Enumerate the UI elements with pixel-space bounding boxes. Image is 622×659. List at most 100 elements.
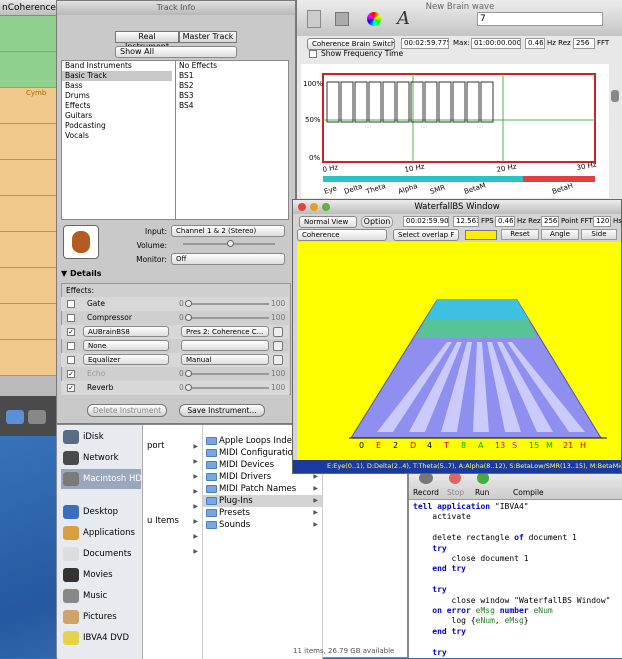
fps-field[interactable]: 12.563: [453, 216, 479, 227]
category-item[interactable]: Basic Track: [62, 71, 172, 81]
instrument-icon-button[interactable]: [63, 225, 99, 259]
finder-sidebar-item[interactable]: Macintosh HD: [61, 469, 142, 489]
effect-preset-select[interactable]: [181, 340, 269, 351]
effect-preset-select[interactable]: Manual: [181, 354, 269, 365]
garageband-track[interactable]: [0, 340, 58, 376]
color-swatch[interactable]: [465, 230, 497, 240]
finder-sidebar-item[interactable]: IBVA4 DVD: [61, 628, 141, 648]
edit-pencil-icon[interactable]: [273, 341, 283, 351]
finder-sidebar-item[interactable]: Applications: [61, 523, 141, 543]
finder-item[interactable]: Sounds ▶: [203, 519, 322, 531]
wf-hz-field[interactable]: 0.469: [495, 216, 515, 227]
effect-checkbox[interactable]: ✓: [67, 370, 75, 378]
scrollbar-thumb[interactable]: [611, 90, 619, 102]
effect-slider-knob[interactable]: [185, 384, 192, 391]
finder-sidebar-item[interactable]: Documents: [61, 544, 141, 564]
finder-col1-item[interactable]: u Items ▶: [143, 514, 202, 529]
minimize-button[interactable]: [310, 203, 318, 211]
garageband-track[interactable]: [0, 268, 58, 304]
effect-checkbox[interactable]: ✓: [67, 384, 75, 392]
finder-sidebar-item[interactable]: Movies: [61, 565, 141, 585]
preset-item[interactable]: BS4: [176, 101, 288, 111]
value-field[interactable]: 7: [477, 12, 603, 26]
print-icon[interactable]: [335, 12, 349, 26]
view-select[interactable]: Normal View: [299, 216, 357, 228]
finder-col1-item[interactable]: ▶: [143, 484, 202, 499]
effect-checkbox[interactable]: [67, 300, 75, 308]
option-button[interactable]: Option: [361, 216, 393, 228]
max-field[interactable]: 01:00:00.000: [471, 38, 521, 49]
font-icon[interactable]: A: [397, 8, 410, 29]
preset-item[interactable]: BS1: [176, 71, 288, 81]
color-wheel-icon[interactable]: [367, 12, 381, 26]
effect-select[interactable]: None: [83, 340, 169, 351]
effect-preset-select[interactable]: Pres 2: Coherence C...: [181, 326, 269, 337]
category-item[interactable]: Podcasting: [62, 121, 172, 131]
tab-master-track[interactable]: Master Track: [179, 31, 237, 43]
effect-checkbox[interactable]: [67, 342, 75, 350]
category-item[interactable]: Effects: [62, 101, 172, 111]
finder-sidebar-item[interactable]: Music: [61, 586, 141, 606]
finder-item[interactable]: Presets ▶: [203, 507, 322, 519]
effect-select[interactable]: AUBrainBS8: [83, 326, 169, 337]
category-item[interactable]: Band Instruments: [62, 61, 172, 71]
wf-time-field[interactable]: 00:02:59.908: [403, 216, 449, 227]
volume-knob[interactable]: [227, 240, 234, 247]
document-icon[interactable]: [307, 10, 321, 28]
reset-button[interactable]: Reset: [501, 229, 539, 240]
effect-checkbox[interactable]: [67, 356, 75, 364]
delete-instrument-button[interactable]: Delete Instrument: [87, 404, 167, 417]
input-select[interactable]: Channel 1 & 2 (Stereo): [171, 225, 285, 237]
angle-button[interactable]: Angle: [541, 229, 579, 240]
garageband-track[interactable]: [0, 160, 58, 196]
garageband-track[interactable]: [0, 304, 58, 340]
details-disclosure[interactable]: ▼ Details: [61, 269, 291, 281]
tab-real-instrument[interactable]: Real Instrument: [115, 31, 179, 51]
save-instrument-button[interactable]: Save Instrument...: [179, 404, 265, 417]
mode-select[interactable]: Coherence: [297, 229, 387, 241]
show-filter-select[interactable]: Show All: [115, 46, 237, 58]
close-button[interactable]: [298, 203, 306, 211]
fft-field[interactable]: 256: [573, 38, 595, 49]
time-field[interactable]: 00:02:59.775: [401, 38, 449, 49]
finder-sidebar-item[interactable]: Desktop: [61, 502, 141, 522]
volume-slider[interactable]: [175, 237, 285, 249]
script-text[interactable]: tell application "IBVA4" activate delete…: [413, 502, 621, 658]
garageband-track[interactable]: [0, 232, 58, 268]
finder-sidebar-item[interactable]: iDisk: [61, 427, 141, 447]
effect-checkbox[interactable]: ✓: [67, 328, 75, 336]
finder-sidebar-item[interactable]: Pictures: [61, 607, 141, 627]
editor-button[interactable]: [28, 410, 46, 424]
finder-item[interactable]: MIDI Patch Names ▶: [203, 483, 322, 495]
category-item[interactable]: Drums: [62, 91, 172, 101]
garageband-track[interactable]: [0, 16, 58, 52]
finder-col1-item[interactable]: ▶: [143, 499, 202, 514]
monitor-select[interactable]: Off: [171, 253, 285, 265]
effect-slider-knob[interactable]: [185, 300, 192, 307]
effect-select[interactable]: Equalizer: [83, 354, 169, 365]
garageband-track[interactable]: [0, 52, 58, 88]
finder-col1-item[interactable]: ▶: [143, 454, 202, 469]
rez-field[interactable]: 256: [541, 216, 559, 227]
finder-col1-item[interactable]: ▶: [143, 544, 202, 559]
edit-pencil-icon[interactable]: [273, 355, 283, 365]
finder-col1-item[interactable]: ▶: [143, 529, 202, 544]
garageband-track[interactable]: Cymb: [0, 88, 58, 124]
finder-col1-item[interactable]: port ▶: [143, 439, 202, 454]
side-button[interactable]: Side: [581, 229, 617, 240]
pointfft-field[interactable]: 120: [593, 216, 611, 227]
finder-sidebar-item[interactable]: Network: [61, 448, 141, 468]
effect-checkbox[interactable]: [67, 314, 75, 322]
garageband-track[interactable]: [0, 196, 58, 232]
info-button[interactable]: [6, 410, 24, 424]
show-frequency-checkbox[interactable]: [309, 50, 317, 58]
preset-item[interactable]: No Effects: [176, 61, 288, 71]
preset-item[interactable]: BS3: [176, 91, 288, 101]
garageband-track[interactable]: [0, 124, 58, 160]
finder-item[interactable]: Plug-Ins ▶: [203, 495, 322, 507]
category-item[interactable]: Vocals: [62, 131, 172, 141]
effect-slider-knob[interactable]: [185, 370, 192, 377]
hz-field[interactable]: 0.469: [525, 38, 545, 49]
category-item[interactable]: Guitars: [62, 111, 172, 121]
preset-item[interactable]: BS2: [176, 81, 288, 91]
